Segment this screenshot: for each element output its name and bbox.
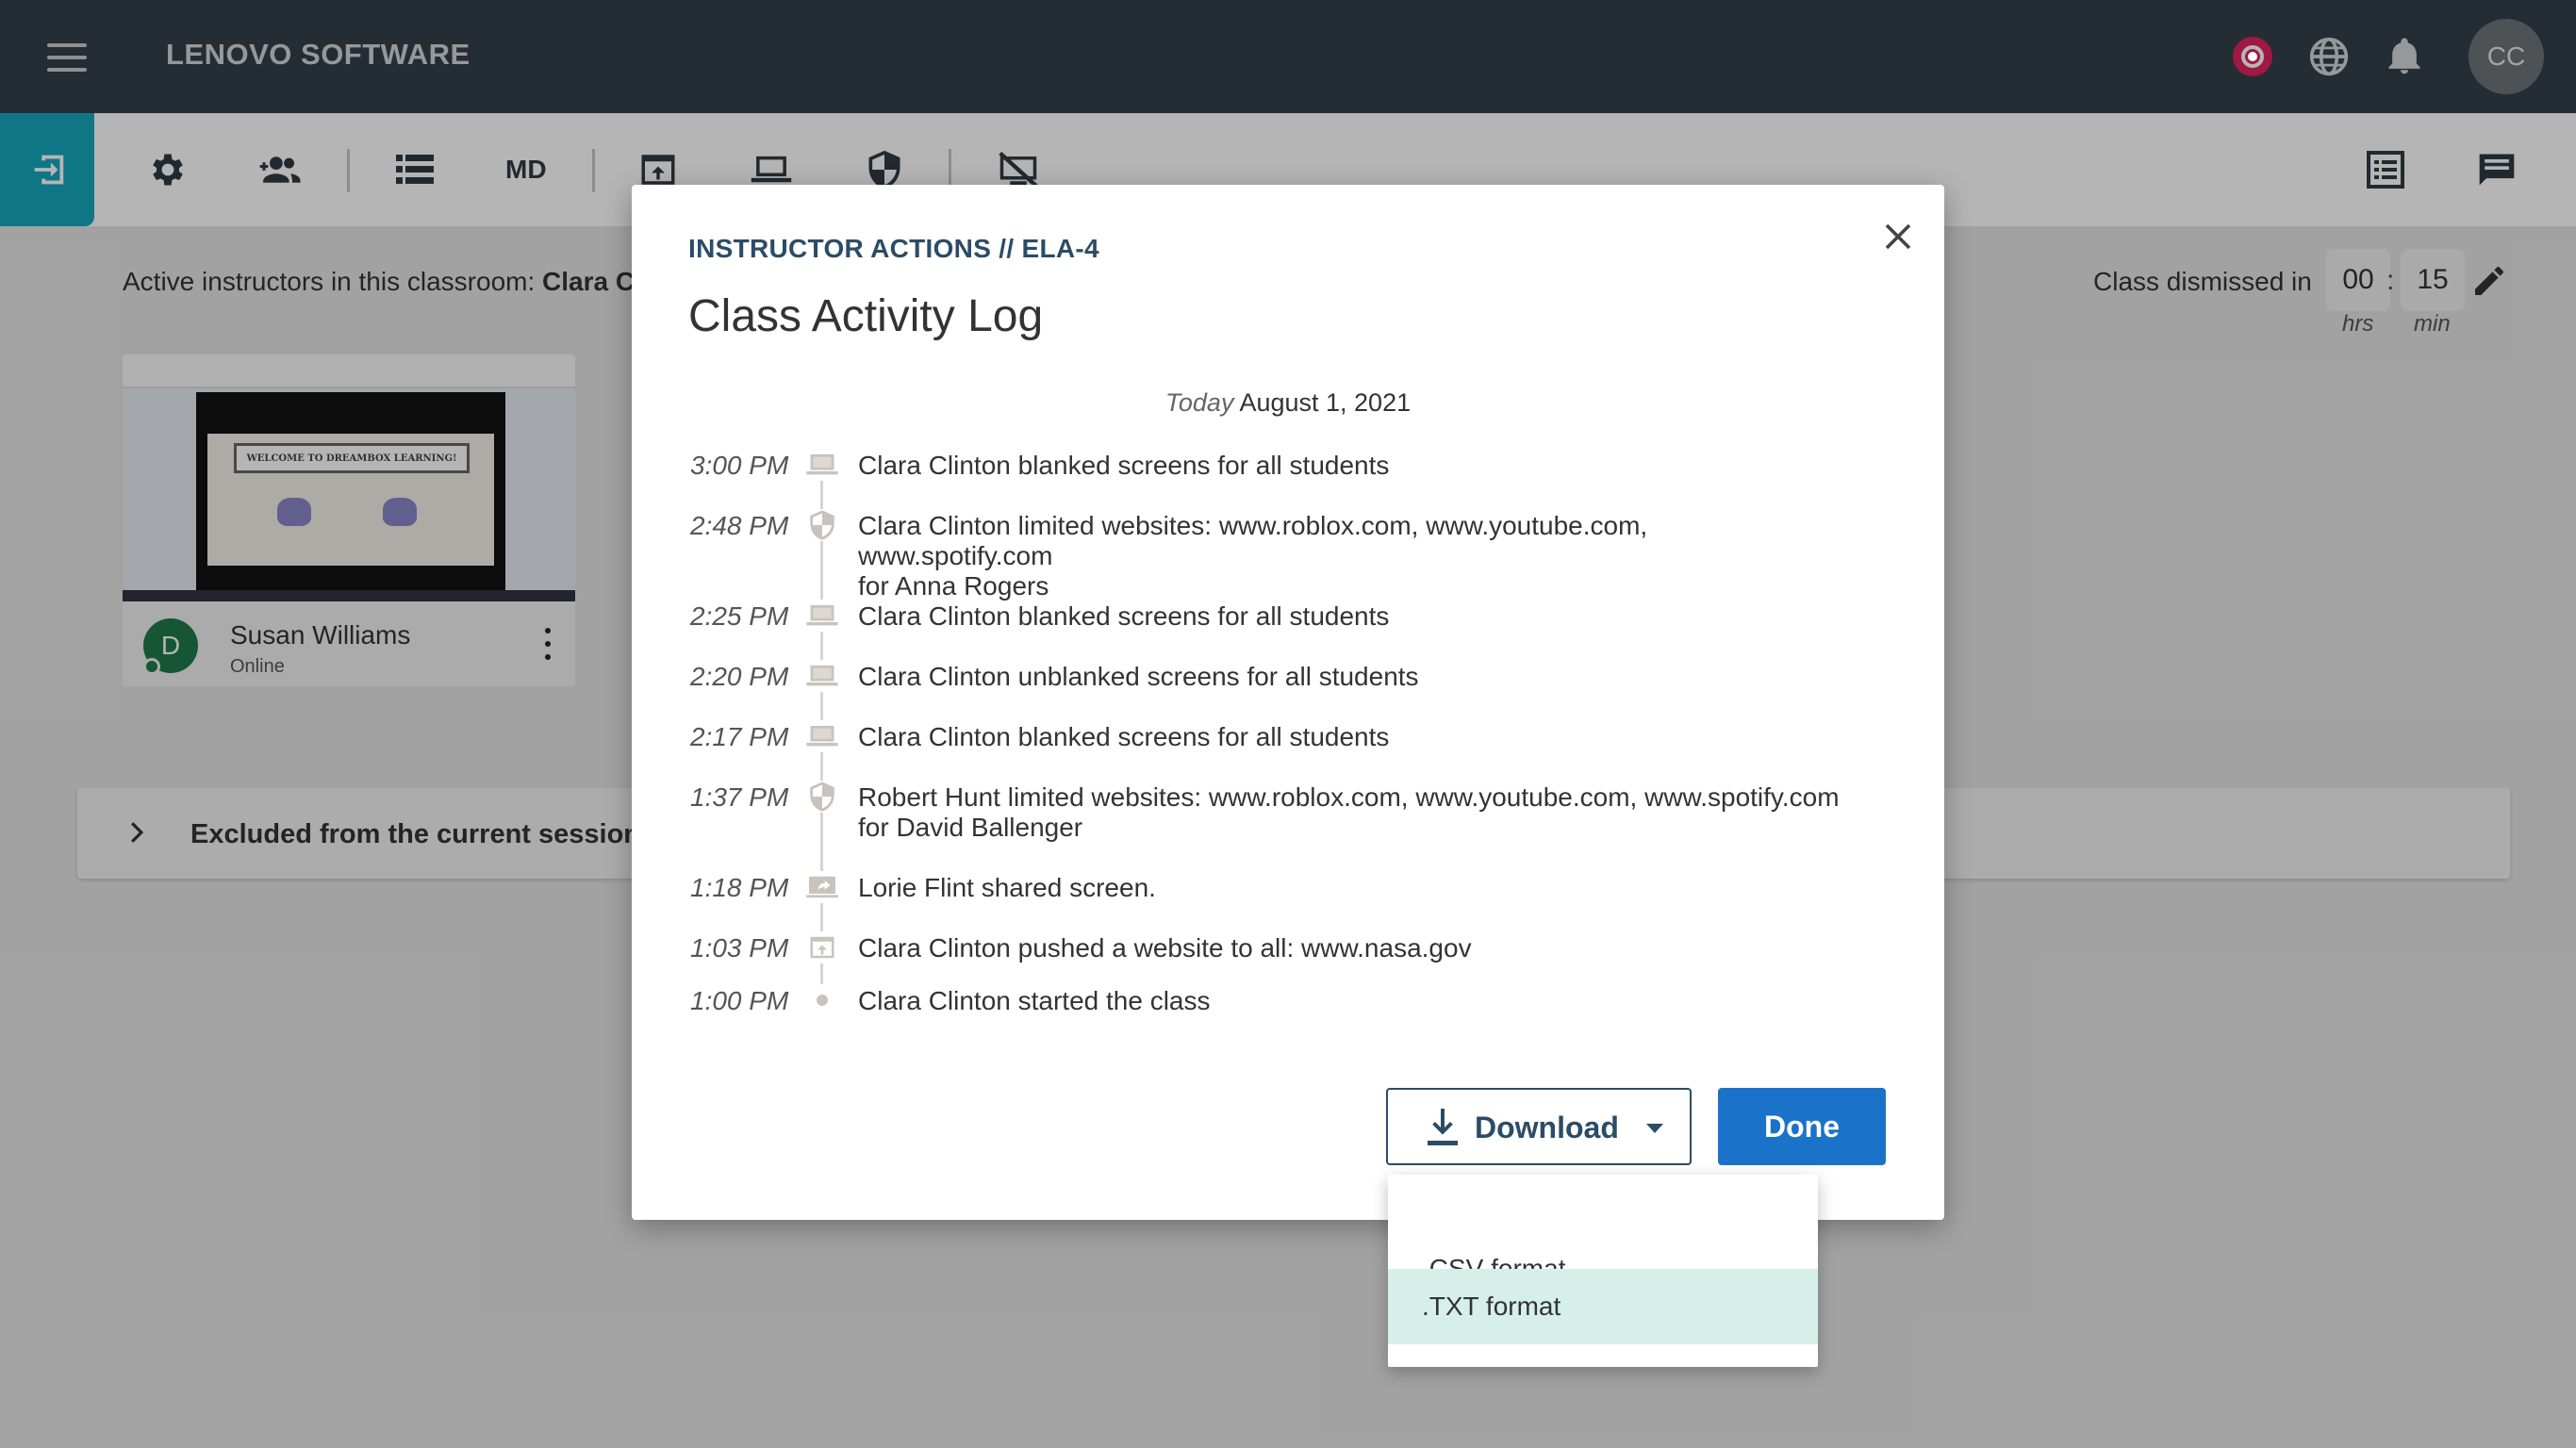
log-text: Clara Clinton unblanked screens for all … <box>858 662 1419 691</box>
date-value: August 1, 2021 <box>1239 388 1412 417</box>
log-time: 2:20 PM <box>690 662 789 691</box>
download-icon <box>1428 1109 1458 1145</box>
log-time: 2:17 PM <box>690 722 789 751</box>
menu-item-txt[interactable]: .TXT format <box>1388 1269 1818 1344</box>
close-icon[interactable] <box>1874 213 1922 260</box>
log-time: 1:03 PM <box>690 933 789 963</box>
laptop-icon <box>803 600 841 632</box>
log-time: 2:25 PM <box>690 601 789 631</box>
caret-down-icon <box>1646 1124 1663 1133</box>
activity-log-dialog: INSTRUCTOR ACTIONS // ELA-4 Class Activi… <box>632 185 1944 1220</box>
laptop-icon <box>803 720 841 752</box>
share-screen-icon <box>803 871 841 903</box>
download-label: Download <box>1475 1111 1619 1144</box>
done-button[interactable]: Done <box>1718 1088 1886 1165</box>
log-time: 1:18 PM <box>690 873 789 902</box>
log-text-line: Clara Clinton limited websites: www.robl… <box>858 511 1648 570</box>
log-date: Today August 1, 2021 <box>632 388 1944 418</box>
dialog-kicker: INSTRUCTOR ACTIONS // ELA-4 <box>688 234 1099 263</box>
date-prefix: Today <box>1164 388 1234 417</box>
push-website-icon <box>803 931 841 963</box>
laptop-icon <box>803 449 841 481</box>
log-text: Clara Clinton blanked screens for all st… <box>858 601 1390 631</box>
dot-icon <box>803 984 841 1016</box>
download-button[interactable]: Download <box>1386 1088 1692 1165</box>
log-time: 1:00 PM <box>690 986 789 1015</box>
laptop-icon <box>803 660 841 692</box>
log-text: Clara Clinton blanked screens for all st… <box>858 451 1390 480</box>
log-text: Clara Clinton blanked screens for all st… <box>858 722 1390 751</box>
download-format-menu: .CSV format .TXT format <box>1388 1175 1818 1367</box>
log-text: Clara Clinton pushed a website to all: w… <box>858 933 1472 963</box>
log-text: Lorie Flint shared screen. <box>858 873 1156 902</box>
log-time: 3:00 PM <box>690 451 789 480</box>
dialog-title: Class Activity Log <box>688 291 1044 341</box>
log-time: 2:48 PM <box>690 511 789 540</box>
log-text: Clara Clinton started the class <box>858 986 1211 1015</box>
log-text-line: for Anna Rogers <box>858 571 1049 601</box>
log-text-line: for David Ballenger <box>858 813 1083 842</box>
shield-icon <box>803 509 841 541</box>
shield-icon <box>803 781 841 813</box>
log-time: 1:37 PM <box>690 782 789 812</box>
log-text: Robert Hunt limited websites: www.roblox… <box>858 782 1848 843</box>
log-text-line: Robert Hunt limited websites: www.roblox… <box>858 782 1840 812</box>
log-text: Clara Clinton limited websites: www.robl… <box>858 511 1848 601</box>
